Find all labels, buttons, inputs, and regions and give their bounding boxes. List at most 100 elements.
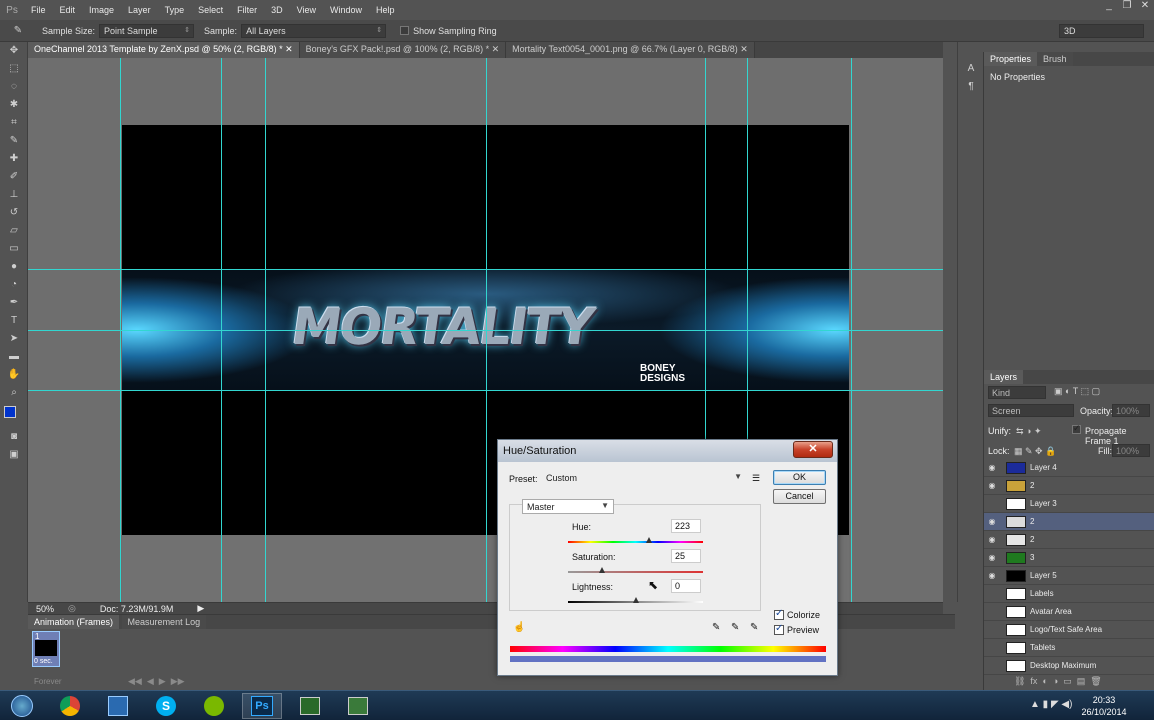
blend-mode-select[interactable]: Screen	[988, 404, 1074, 417]
hue-input[interactable]: 223	[671, 519, 701, 533]
layer-row[interactable]: Avatar Area	[984, 603, 1154, 621]
eraser-tool-icon[interactable]: ▱	[0, 222, 28, 240]
preset-options-icon[interactable]: ☰	[752, 473, 760, 484]
visibility-eye-icon[interactable]	[984, 621, 1000, 639]
layer-row[interactable]: Labels	[984, 585, 1154, 603]
move-tool-icon[interactable]: ✥	[0, 42, 28, 60]
system-clock[interactable]: 20:33 26/10/2014	[1074, 694, 1134, 718]
hue-slider-track[interactable]	[568, 541, 703, 543]
saturation-slider-track[interactable]	[568, 571, 703, 573]
spreadsheet-app-icon[interactable]	[98, 693, 138, 719]
visibility-eye-icon[interactable]	[984, 585, 1000, 603]
ok-button[interactable]: OK	[773, 470, 826, 485]
layer-row[interactable]: Logo/Text Safe Area	[984, 621, 1154, 639]
animation-frame-1[interactable]: 1 0 sec.	[32, 631, 60, 667]
layer-row[interactable]: ◉ Layer 4	[984, 459, 1154, 477]
preset-select[interactable]: Custom ▼	[542, 471, 746, 486]
workspace-select[interactable]: 3D	[1059, 24, 1144, 38]
paragraph-panel-icon[interactable]: ¶	[958, 78, 984, 96]
menu-filter[interactable]: Filter	[230, 5, 264, 15]
menu-layer[interactable]: Layer	[121, 5, 158, 15]
menu-help[interactable]: Help	[369, 5, 402, 15]
visibility-eye-icon[interactable]	[984, 603, 1000, 621]
layer-row[interactable]: Desktop Maximum	[984, 657, 1154, 675]
screen-mode-icon[interactable]: ▣	[0, 446, 28, 464]
menu-select[interactable]: Select	[191, 5, 230, 15]
sample-select[interactable]: All Layers	[241, 23, 387, 38]
visibility-eye-icon[interactable]	[984, 657, 1000, 675]
history-brush-tool-icon[interactable]: ↺	[0, 204, 28, 222]
tab-properties[interactable]: Properties	[984, 52, 1038, 66]
shape-tool-icon[interactable]: ▬	[0, 348, 28, 366]
tab-boneys-gfx[interactable]: Boney's GFX Pack!.psd @ 100% (2, RGB/8) …	[299, 42, 507, 58]
hue-slider-thumb[interactable]	[646, 537, 652, 543]
tab-brush[interactable]: Brush	[1037, 52, 1073, 66]
marquee-tool-icon[interactable]: ⬚	[0, 60, 28, 78]
menu-type[interactable]: Type	[158, 5, 192, 15]
color-swatches[interactable]	[0, 402, 27, 428]
path-select-tool-icon[interactable]: ➤	[0, 330, 28, 348]
visibility-eye-icon[interactable]	[984, 639, 1000, 657]
photoshop-logo-icon[interactable]: Ps	[0, 0, 24, 20]
eyedropper-icon[interactable]: ✎	[0, 22, 36, 40]
skype-icon[interactable]: S	[146, 693, 186, 719]
pen-tool-icon[interactable]: ✒	[0, 294, 28, 312]
lasso-tool-icon[interactable]: ◌	[0, 78, 28, 96]
dialog-close-button[interactable]: ✕	[793, 441, 833, 458]
colorize-checkbox[interactable]	[774, 608, 784, 620]
layer-row[interactable]: ◉ 2	[984, 531, 1154, 549]
frame-delay[interactable]: 0 sec.	[34, 658, 53, 665]
layer-row[interactable]: Layer 3	[984, 495, 1154, 513]
photoshop-taskbar-icon[interactable]: Ps	[242, 693, 282, 719]
tab-onechannel[interactable]: OneChannel 2013 Template by ZenX.psd @ 5…	[28, 42, 300, 58]
close-tab-icon[interactable]: ✕	[285, 44, 293, 54]
app7-taskbar-icon[interactable]	[290, 693, 330, 719]
channel-select[interactable]: Master ▼	[522, 499, 614, 514]
healing-tool-icon[interactable]: ✚	[0, 150, 28, 168]
opacity-input[interactable]: 100%	[1112, 404, 1150, 417]
tab-layers[interactable]: Layers	[984, 370, 1024, 384]
lightness-slider-thumb[interactable]	[632, 597, 639, 603]
loop-select[interactable]: Forever	[34, 677, 62, 686]
crop-tool-icon[interactable]: ⌗	[0, 114, 28, 132]
saturation-slider-thumb[interactable]	[598, 567, 605, 573]
chrome-icon[interactable]	[50, 693, 90, 719]
start-button[interactable]	[2, 693, 42, 719]
gradient-tool-icon[interactable]: ▭	[0, 240, 28, 258]
blur-tool-icon[interactable]: ●	[0, 258, 28, 276]
hand-tool-icon[interactable]: ✋	[0, 366, 28, 384]
zoom-tool-icon[interactable]: ⌕	[0, 384, 28, 402]
layer-row[interactable]: ◉ 2	[984, 513, 1154, 531]
quick-mask-icon[interactable]: ◙	[0, 428, 28, 446]
visibility-eye-icon[interactable]	[984, 495, 1000, 513]
dialog-title-bar[interactable]: Hue/Saturation ✕	[498, 440, 837, 462]
app8-taskbar-icon[interactable]	[338, 693, 378, 719]
menu-window[interactable]: Window	[323, 5, 369, 15]
visibility-eye-icon[interactable]: ◉	[984, 535, 1000, 544]
brush-tool-icon[interactable]: ✐	[0, 168, 28, 186]
layer-row[interactable]: Tablets	[984, 639, 1154, 657]
visibility-eye-icon[interactable]: ◉	[984, 571, 1000, 580]
layer-kind-filter[interactable]: Kind	[988, 386, 1046, 399]
visibility-eye-icon[interactable]: ◉	[984, 553, 1000, 562]
character-panel-icon[interactable]: A	[958, 60, 984, 78]
sample-size-select[interactable]: Point Sample	[99, 23, 195, 38]
visibility-eye-icon[interactable]: ◉	[984, 463, 1000, 472]
layer-footer-icons[interactable]: ⛓ fx ◐ ◑ ▭ ▤ 🗑	[1014, 676, 1102, 687]
menu-edit[interactable]: Edit	[53, 5, 83, 15]
close-tab-icon[interactable]: ✕	[740, 44, 748, 54]
preview-checkbox[interactable]	[774, 623, 784, 635]
unify-icons[interactable]: ⇆ ◑ ✦	[1016, 426, 1042, 437]
tab-mortality[interactable]: Mortality Text0054_0001.png @ 66.7% (Lay…	[506, 42, 755, 58]
restore-button[interactable]: ❐	[1118, 0, 1136, 14]
menu-file[interactable]: File	[24, 5, 53, 15]
lock-icons[interactable]: ▦ ✎ ✥ 🔒	[1014, 446, 1056, 457]
playback-controls[interactable]: ◀◀ ◀ ▶ ▶▶	[128, 676, 185, 687]
tab-animation-frames[interactable]: Animation (Frames)	[28, 615, 120, 629]
layer-row[interactable]: ◉ 3	[984, 549, 1154, 567]
visibility-eye-icon[interactable]: ◉	[984, 481, 1000, 490]
visibility-eye-icon[interactable]: ◉	[984, 517, 1000, 526]
dodge-tool-icon[interactable]: ◔	[0, 276, 28, 294]
fill-input[interactable]: 100%	[1112, 444, 1150, 457]
zoom-level[interactable]: 50%	[36, 604, 54, 614]
